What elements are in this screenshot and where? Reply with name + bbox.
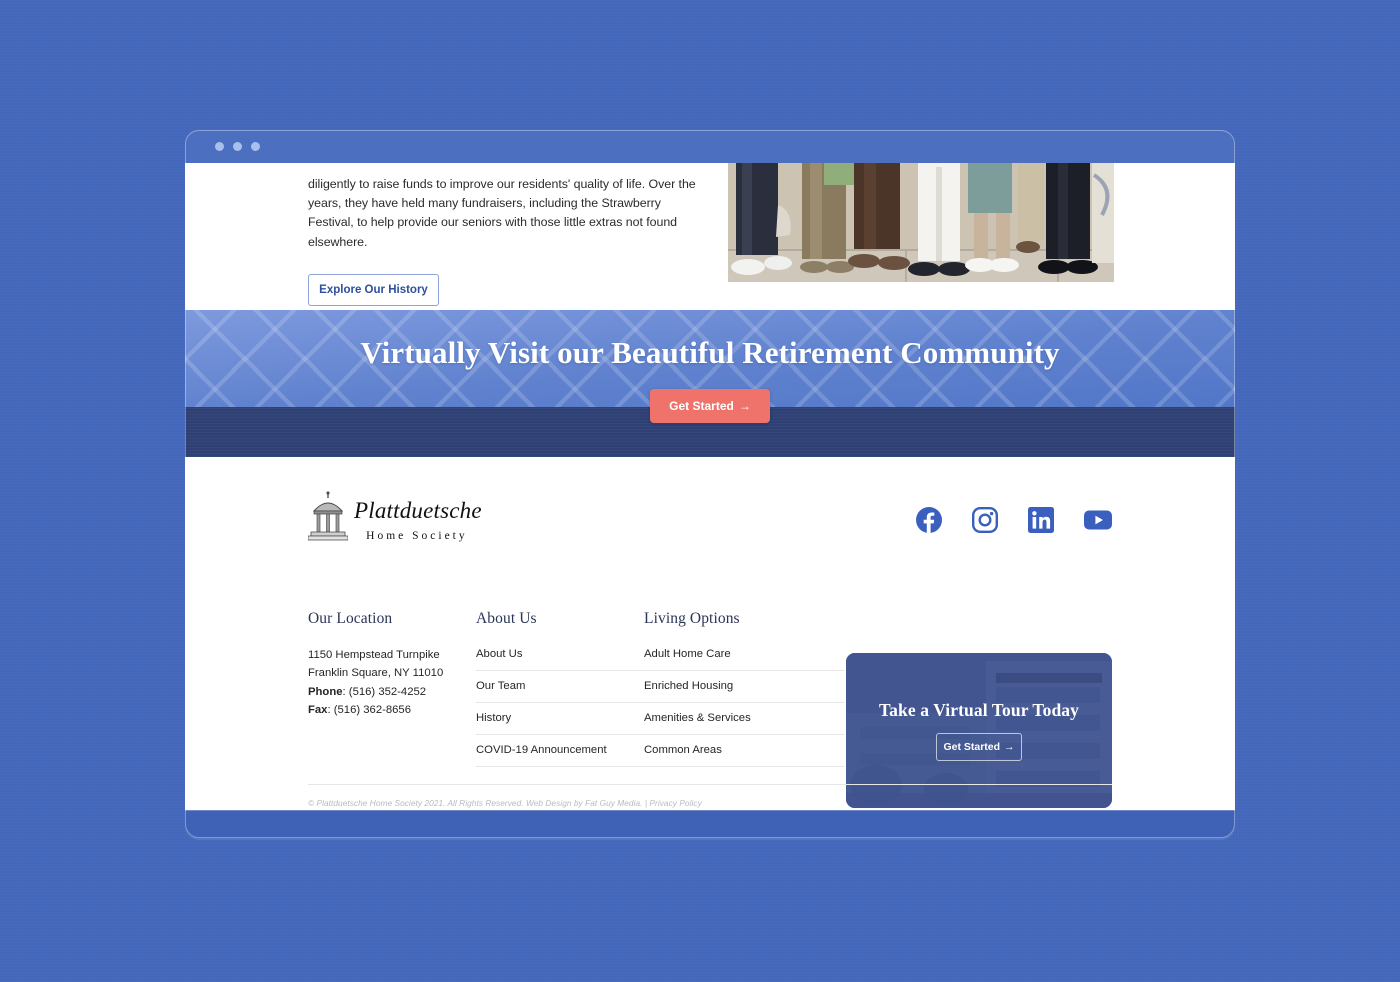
- browser-bottom-bar: [185, 810, 1235, 838]
- linkedin-icon[interactable]: [1028, 506, 1054, 533]
- page-viewport: diligently to raise funds to improve our…: [185, 163, 1235, 810]
- fax-label: Fax: [308, 703, 328, 716]
- living-options-link-list: Adult Home Care Enriched Housing Ameniti…: [644, 646, 844, 767]
- footer-divider: [308, 784, 1112, 785]
- footer-column-about: About Us About Us Our Team History COVID…: [476, 610, 644, 767]
- footer-column-living-options: Living Options Adult Home Care Enriched …: [644, 610, 844, 767]
- browser-titlebar: [185, 130, 1235, 163]
- site-footer: Plattduetsche Home Society Our Location …: [185, 457, 1235, 810]
- window-dot-minimize[interactable]: [233, 142, 242, 151]
- footer-column-location: Our Location 1150 Hempstead Turnpike Fra…: [308, 610, 476, 767]
- banner-heading-bold: Virtually Visit: [360, 335, 550, 370]
- list-item[interactable]: COVID-19 Announcement: [476, 735, 644, 767]
- social-links: [916, 506, 1112, 533]
- window-dot-maximize[interactable]: [251, 142, 260, 151]
- fax-number: : (516) 362-8656: [327, 703, 411, 716]
- facebook-icon[interactable]: [916, 506, 942, 533]
- youtube-icon[interactable]: [1084, 509, 1112, 531]
- footer-top-row: Plattduetsche Home Society: [307, 457, 1112, 548]
- explore-our-history-button[interactable]: Explore Our History: [308, 274, 439, 306]
- list-item[interactable]: Common Areas: [644, 735, 844, 767]
- history-section: diligently to raise funds to improve our…: [185, 163, 1235, 310]
- arrow-right-icon: →: [738, 399, 751, 413]
- fax-line: Fax: (516) 362-8656: [308, 701, 476, 719]
- our-location-title: Our Location: [308, 610, 393, 627]
- list-item[interactable]: History: [476, 703, 644, 735]
- banner-dark-strip: Get Started →: [185, 389, 1235, 457]
- people-photo: [728, 163, 1114, 282]
- phone-label: Phone: [308, 685, 343, 698]
- copyright-label: © Plattduetsche Home Society 2021. All R…: [308, 798, 650, 808]
- brand-name: Plattduetsche: [354, 498, 482, 524]
- tour-card-title: Take a Virtual Tour Today: [879, 700, 1079, 720]
- list-item[interactable]: Enriched Housing: [644, 671, 844, 703]
- tour-get-started-button[interactable]: Get Started →: [936, 733, 1022, 761]
- list-item[interactable]: About Us: [476, 646, 644, 671]
- phone-line: Phone: (516) 352-4252: [308, 683, 476, 701]
- phone-number[interactable]: : (516) 352-4252: [343, 686, 427, 698]
- banner-get-started-button[interactable]: Get Started →: [650, 389, 770, 423]
- copyright-text: © Plattduetsche Home Society 2021. All R…: [308, 798, 702, 808]
- brand-wordmark: Plattduetsche Home Society: [352, 497, 482, 541]
- footer-logo[interactable]: Plattduetsche Home Society: [307, 491, 482, 548]
- arrow-right-icon: →: [1004, 741, 1015, 753]
- address-city: Franklin Square, NY 11010: [308, 667, 444, 680]
- list-item[interactable]: Amenities & Services: [644, 703, 844, 735]
- address-street: 1150 Hempstead Turnpike: [308, 649, 440, 661]
- tour-get-started-label: Get Started: [943, 741, 1001, 753]
- instagram-icon[interactable]: [972, 506, 999, 533]
- banner-get-started-label: Get Started: [669, 399, 734, 413]
- banner-heading: Virtually Visit our Beautiful Retirement…: [185, 310, 1235, 371]
- cupola-gazebo-icon: [307, 491, 349, 548]
- window-dot-close[interactable]: [215, 142, 224, 151]
- banner-heading-rest: our Beautiful Retirement Community: [549, 335, 1060, 370]
- about-us-link-list: About Us Our Team History COVID-19 Annou…: [476, 646, 644, 767]
- list-item[interactable]: Adult Home Care: [644, 646, 844, 671]
- living-options-title: Living Options: [644, 610, 740, 627]
- list-item[interactable]: Our Team: [476, 671, 644, 703]
- browser-window: diligently to raise funds to improve our…: [185, 130, 1235, 838]
- brand-subtitle: Home Society: [366, 529, 468, 542]
- history-paragraph: diligently to raise funds to improve our…: [308, 177, 696, 249]
- privacy-policy-link[interactable]: Privacy Policy: [649, 798, 701, 808]
- about-us-title: About Us: [476, 610, 537, 627]
